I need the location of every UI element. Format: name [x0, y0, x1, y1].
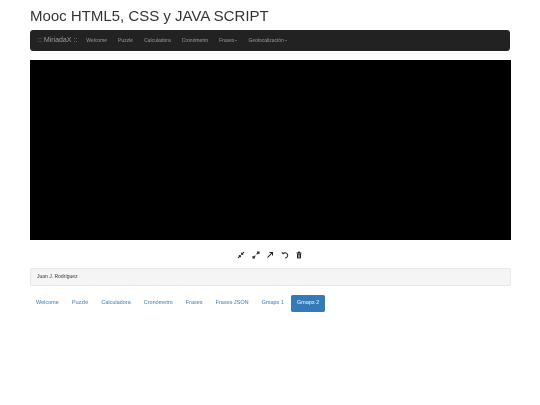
- pill-welcome[interactable]: Welcome: [30, 295, 65, 312]
- nav-dropdown-frases[interactable]: Frases: [219, 37, 238, 44]
- trash-icon[interactable]: [294, 250, 304, 260]
- pill-puzzle[interactable]: Puzzle: [66, 295, 95, 312]
- pill-gmaps-1[interactable]: Gmaps 1: [256, 295, 290, 312]
- pill-gmaps-2[interactable]: Gmaps 2: [290, 295, 326, 312]
- undo-icon[interactable]: [280, 250, 290, 260]
- caret-down-icon: [284, 39, 287, 41]
- nav-item-cronometro[interactable]: Cronómetro: [182, 38, 208, 44]
- nav-item-label: Calculadora: [144, 37, 171, 44]
- author-footer: Juan J. Rodríguez: [30, 268, 511, 286]
- zoom-out-icon[interactable]: [251, 250, 261, 260]
- nav-item-label: Welcome: [86, 37, 108, 44]
- pill-frases[interactable]: Frases: [180, 295, 209, 312]
- caret-down-icon: [235, 39, 238, 41]
- map-toolbar: [236, 250, 309, 260]
- pill-frases-json[interactable]: Frases JSON: [210, 295, 255, 312]
- nav-item-puzzle[interactable]: Puzzle: [118, 38, 133, 44]
- nav-item-welcome[interactable]: Welcome: [86, 38, 107, 44]
- pill-cronometro[interactable]: Cronómetro: [138, 295, 179, 312]
- nav-dropdown-geolocalizacion[interactable]: Geolocalización: [248, 37, 287, 44]
- arrow-icon[interactable]: [265, 250, 275, 260]
- pill-calculadora[interactable]: Calculadora: [95, 295, 136, 312]
- map-canvas[interactable]: [30, 60, 511, 240]
- navbar-brand[interactable]: :: MiriadaX ::: [38, 37, 77, 44]
- page-title: Mooc HTML5, CSS y JAVA SCRIPT: [30, 8, 269, 25]
- top-navbar: :: MiriadaX :: Welcome Puzzle Calculador…: [30, 30, 510, 51]
- nav-item-label: Cronómetro: [181, 37, 209, 44]
- zoom-in-icon[interactable]: [236, 250, 246, 260]
- nav-item-calculadora[interactable]: Calculadora: [144, 38, 171, 44]
- pill-nav: Welcome Puzzle Calculadora Cronómetro Fr…: [30, 295, 326, 312]
- author-name: Juan J. Rodríguez: [37, 274, 78, 280]
- nav-item-label: Frases: [219, 37, 235, 44]
- nav-item-label: Puzzle: [118, 37, 134, 44]
- nav-item-label: Geolocalización: [248, 37, 284, 44]
